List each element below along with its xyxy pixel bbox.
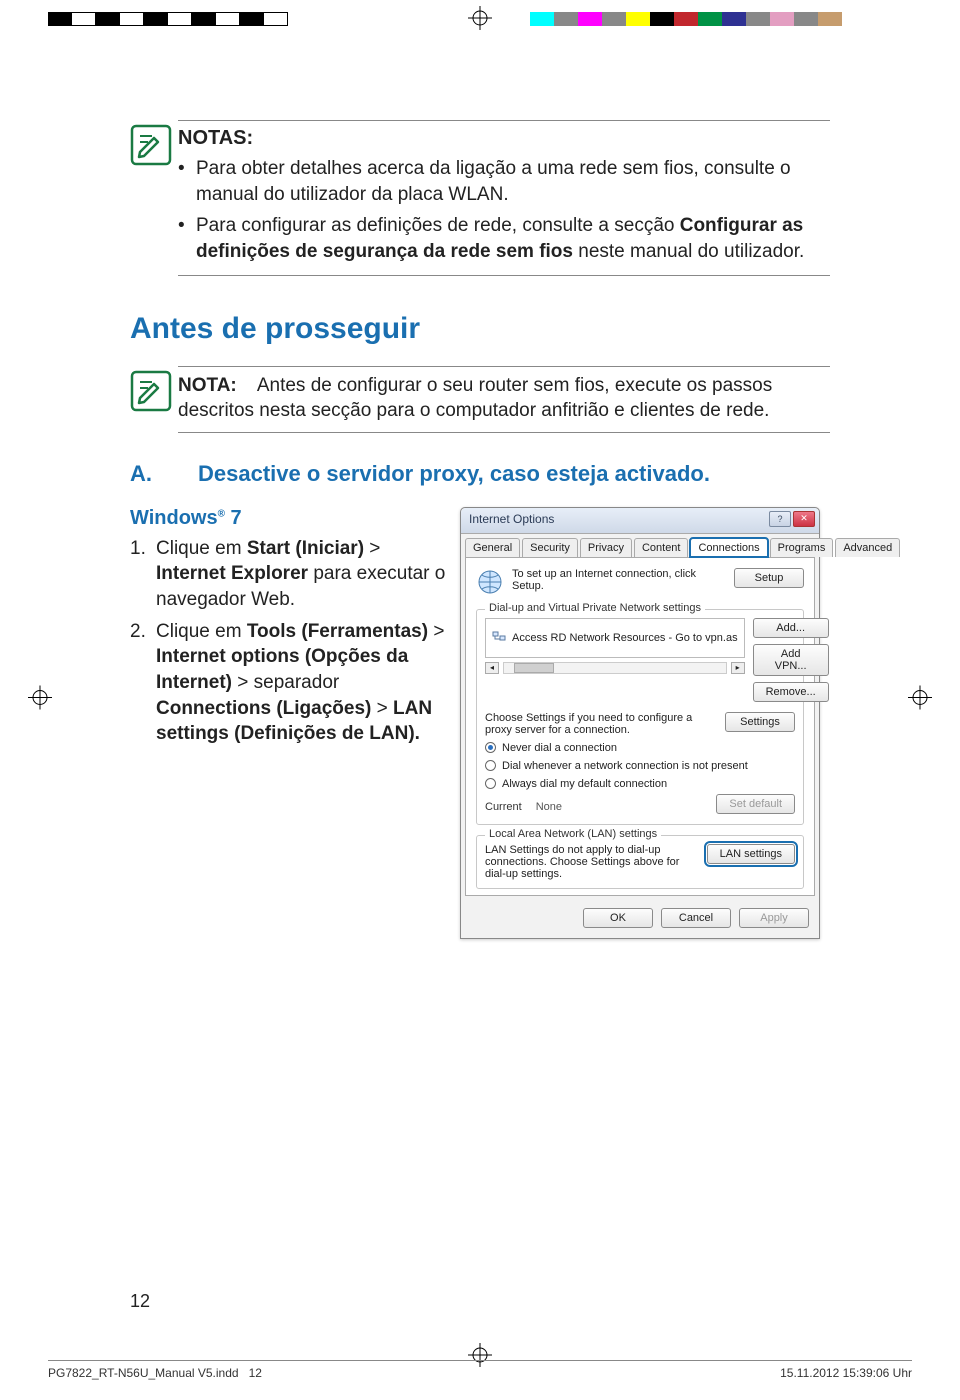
apply-button[interactable]: Apply <box>739 908 809 928</box>
scroll-bar[interactable]: ◂ ▸ <box>485 662 745 674</box>
notes-block: NOTAS: • Para obter detalhes acerca da l… <box>130 120 830 276</box>
color-swatches <box>530 12 842 26</box>
scroll-left-icon[interactable]: ◂ <box>485 662 499 674</box>
page-content: NOTAS: • Para obter detalhes acerca da l… <box>130 120 830 939</box>
tab-general[interactable]: General <box>465 538 520 557</box>
radio-dial-when-no-net[interactable]: Dial whenever a network connection is no… <box>485 760 795 772</box>
step-item: 2. Clique em Tools (Ferramentas) > Inter… <box>130 619 448 747</box>
tab-advanced[interactable]: Advanced <box>835 538 900 557</box>
notes-title: NOTAS: <box>178 127 830 150</box>
remove-button[interactable]: Remove... <box>753 682 829 702</box>
note-block-2: NOTA: Antes de configurar o seu router s… <box>130 366 830 433</box>
tab-privacy[interactable]: Privacy <box>580 538 632 557</box>
page-number: 12 <box>130 1291 150 1312</box>
ok-button[interactable]: OK <box>583 908 653 928</box>
internet-options-dialog: Internet Options ? ✕ General Security Pr… <box>460 507 820 939</box>
registration-target-icon <box>908 686 932 715</box>
note-icon <box>130 153 172 170</box>
network-icon <box>492 629 506 646</box>
tab-programs[interactable]: Programs <box>770 538 834 557</box>
registration-bar <box>0 0 960 40</box>
set-default-button[interactable]: Set default <box>716 794 795 814</box>
subsection-a: A. Desactive o servidor proxy, caso este… <box>130 461 830 487</box>
note-bullet: • Para configurar as definições de rede,… <box>178 213 830 264</box>
cancel-button[interactable]: Cancel <box>661 908 731 928</box>
setup-button[interactable]: Setup <box>734 568 804 588</box>
grayscale-swatches <box>48 12 288 26</box>
print-footer: PG7822_RT-N56U_Manual V5.indd 12 15.11.2… <box>48 1360 912 1380</box>
note-icon <box>130 399 172 416</box>
lan-settings-button[interactable]: LAN settings <box>707 844 795 864</box>
add-button[interactable]: Add... <box>753 618 829 638</box>
step-item: 1. Clique em Start (Iniciar) > Internet … <box>130 536 448 613</box>
scroll-right-icon[interactable]: ▸ <box>731 662 745 674</box>
windows7-heading: Windows® 7 <box>130 507 448 530</box>
section-heading: Antes de prosseguir <box>130 312 830 346</box>
dialog-tabs: General Security Privacy Content Connect… <box>461 534 819 557</box>
close-button[interactable]: ✕ <box>793 511 815 527</box>
tab-connections[interactable]: Connections <box>690 538 767 557</box>
tab-security[interactable]: Security <box>522 538 578 557</box>
radio-never-dial[interactable]: Never dial a connection <box>485 742 795 754</box>
instructions-column: Windows® 7 1. Clique em Start (Iniciar) … <box>130 507 460 939</box>
connection-list[interactable]: Access RD Network Resources - Go to vpn.… <box>485 618 745 658</box>
help-button[interactable]: ? <box>769 511 791 527</box>
registration-target-icon <box>28 686 52 715</box>
tab-content[interactable]: Content <box>634 538 689 557</box>
radio-always-dial[interactable]: Always dial my default connection <box>485 778 795 790</box>
globe-icon <box>476 568 504 599</box>
registration-target-icon <box>468 6 492 35</box>
note-bullet: • Para obter detalhes acerca da ligação … <box>178 156 830 207</box>
settings-button[interactable]: Settings <box>725 712 795 732</box>
dialog-titlebar: Internet Options ? ✕ <box>461 508 819 534</box>
add-vpn-button[interactable]: Add VPN... <box>753 644 829 676</box>
